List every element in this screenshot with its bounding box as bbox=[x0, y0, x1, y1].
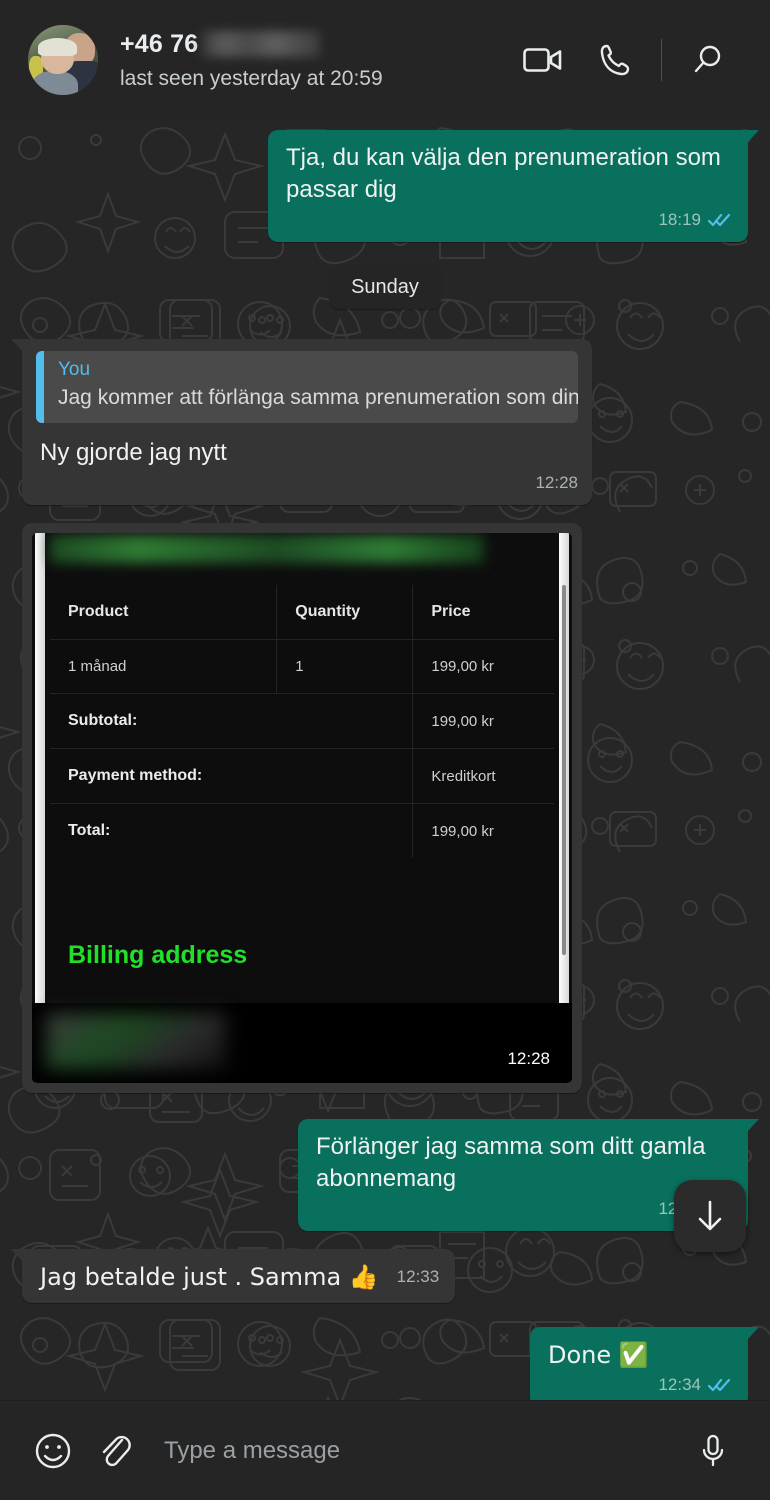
message-row: Jag betalde just . Samma 👍 12:33 bbox=[10, 1249, 748, 1303]
receipt-item-quantity: 1 bbox=[276, 639, 414, 694]
message-text: Tja, du kan välja den prenumeration som … bbox=[286, 144, 721, 203]
message-time: 12:28 bbox=[535, 473, 578, 492]
message-time: 12:33 bbox=[396, 1267, 440, 1286]
scroll-to-bottom-button[interactable] bbox=[674, 1180, 746, 1252]
receipt-subtotal-label: Subtotal: bbox=[50, 693, 414, 749]
message-bubble-image[interactable]: Product Quantity Price 1 månad 1 199,00 … bbox=[22, 523, 582, 1093]
receipt-table: Product Quantity Price 1 månad 1 199,00 … bbox=[50, 585, 554, 858]
receipt-payment-method-value: Kreditkort bbox=[412, 748, 554, 804]
image-left-edge bbox=[35, 533, 45, 1083]
message-input[interactable] bbox=[164, 1436, 682, 1465]
receipt-subtotal-value: 199,00 kr bbox=[412, 693, 554, 749]
receipt-image[interactable]: Product Quantity Price 1 månad 1 199,00 … bbox=[32, 533, 572, 1083]
message-row: Product Quantity Price 1 månad 1 199,00 … bbox=[22, 523, 748, 1093]
quoted-reply[interactable]: You Jag kommer att förlänga samma prenum… bbox=[36, 351, 578, 423]
voice-call-icon[interactable] bbox=[579, 24, 651, 96]
message-text: Förlänger jag samma som ditt gamla abonn… bbox=[316, 1133, 706, 1192]
messages-container: Tja, du kan välja den prenumeration som … bbox=[0, 120, 770, 1400]
message-time: 12:28 bbox=[507, 1049, 550, 1068]
message-row: Förlänger jag samma som ditt gamla abonn… bbox=[22, 1119, 759, 1231]
message-bubble-outgoing[interactable]: Done ✅ 12:34 bbox=[530, 1327, 759, 1400]
message-bubble-incoming[interactable]: Jag betalde just . Samma 👍 12:33 bbox=[10, 1249, 456, 1303]
message-text: Jag betalde just . Samma 👍 bbox=[40, 1263, 379, 1291]
receipt-column-price: Price bbox=[412, 585, 554, 640]
receipt-table-header-row: Product Quantity Price bbox=[50, 585, 554, 640]
receipt-column-product: Product bbox=[50, 585, 278, 640]
message-text: Done ✅ bbox=[548, 1341, 649, 1369]
receipt-column-quantity: Quantity bbox=[276, 585, 414, 640]
message-meta: 12:28 bbox=[36, 471, 578, 495]
contact-avatar[interactable] bbox=[28, 25, 98, 95]
message-composer bbox=[0, 1400, 770, 1500]
receipt-summary-row: Payment method: Kreditkort bbox=[50, 748, 554, 804]
receipt-billing-blurred-redaction bbox=[46, 1013, 226, 1069]
read-receipt-double-check-icon bbox=[707, 212, 732, 228]
message-time: 12:34 bbox=[658, 1375, 701, 1394]
receipt-total-label: Total: bbox=[50, 803, 414, 858]
message-bubble-outgoing[interactable]: Tja, du kan välja den prenumeration som … bbox=[268, 130, 759, 242]
message-time: 18:19 bbox=[658, 210, 701, 229]
quoted-reply-text: Jag kommer att förlänga samma prenumerat… bbox=[58, 386, 578, 409]
receipt-payment-method-label: Payment method: bbox=[50, 748, 414, 804]
message-row: Done ✅ 12:34 bbox=[22, 1327, 759, 1400]
whatsapp-chat-window: +46 76 last seen yesterday at 20:59 Tja,… bbox=[0, 0, 770, 1500]
receipt-summary-row: Total: 199,00 kr bbox=[50, 803, 554, 858]
arrow-down-icon bbox=[698, 1200, 722, 1231]
receipt-summary-row: Subtotal: 199,00 kr bbox=[50, 693, 554, 749]
emoji-icon[interactable] bbox=[22, 1420, 84, 1482]
contact-name-blurred-redaction bbox=[202, 31, 321, 57]
message-meta: 18:19 bbox=[286, 208, 732, 232]
paperclip-icon[interactable] bbox=[84, 1420, 146, 1482]
quoted-reply-accent-bar bbox=[36, 351, 44, 423]
microphone-icon[interactable] bbox=[682, 1420, 744, 1482]
receipt-item-row: 1 månad 1 199,00 kr bbox=[50, 639, 554, 694]
message-bubble-incoming[interactable]: You Jag kommer att förlänga samma prenum… bbox=[11, 339, 592, 505]
receipt-scrollbar[interactable] bbox=[562, 585, 566, 955]
contact-name: +46 76 bbox=[120, 29, 199, 58]
receipt-billing-heading: Billing address bbox=[68, 941, 248, 969]
video-call-icon[interactable] bbox=[507, 24, 579, 96]
receipt-item-product: 1 månad bbox=[50, 639, 278, 694]
header-divider bbox=[661, 39, 662, 81]
receipt-total-value: 199,00 kr bbox=[431, 822, 494, 840]
date-divider-label: Sunday bbox=[329, 266, 441, 309]
chat-header-text[interactable]: +46 76 last seen yesterday at 20:59 bbox=[120, 30, 507, 91]
date-divider: Sunday bbox=[22, 266, 748, 309]
read-receipt-double-check-icon bbox=[707, 1377, 732, 1393]
message-meta: 12:34 bbox=[548, 1373, 732, 1397]
receipt-header-blurred-redaction bbox=[50, 535, 484, 563]
message-text: Ny gjorde jag nytt bbox=[40, 439, 227, 466]
receipt-item-price: 199,00 kr bbox=[412, 639, 554, 694]
contact-status: last seen yesterday at 20:59 bbox=[120, 66, 383, 90]
header-actions bbox=[507, 24, 744, 96]
message-row: Tja, du kan välja den prenumeration som … bbox=[22, 130, 759, 242]
quoted-reply-author: You bbox=[58, 359, 91, 380]
message-meta: 12:33 bbox=[316, 1197, 732, 1221]
chat-message-list[interactable]: Tja, du kan välja den prenumeration som … bbox=[0, 120, 770, 1400]
chat-header: +46 76 last seen yesterday at 20:59 bbox=[0, 0, 770, 120]
message-row: You Jag kommer att förlänga samma prenum… bbox=[11, 339, 748, 505]
search-icon[interactable] bbox=[672, 24, 744, 96]
